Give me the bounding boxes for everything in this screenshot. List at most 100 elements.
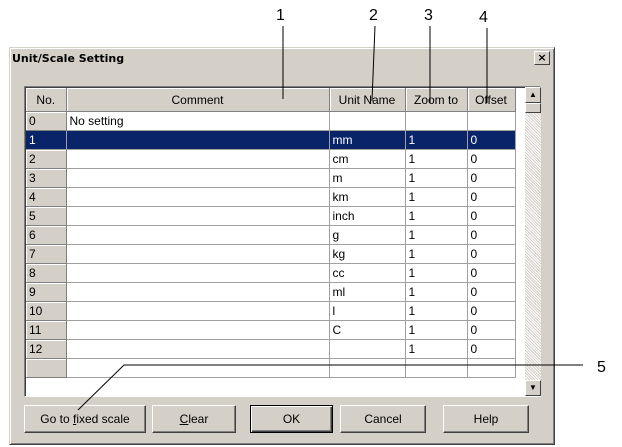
cell-offset[interactable]: 0: [467, 282, 516, 302]
cell-comment[interactable]: [66, 225, 330, 245]
clear-button[interactable]: Clear: [152, 405, 236, 433]
cell-zoom-to[interactable]: 1: [405, 168, 468, 188]
cell-zoom-to[interactable]: 1: [405, 263, 468, 283]
table-row[interactable]: 6 g10: [26, 225, 516, 245]
cell-comment[interactable]: [66, 149, 330, 169]
cell-no[interactable]: 6: [26, 225, 67, 245]
table-row[interactable]: 1 mm 1 0: [26, 130, 516, 150]
cell-zoom-to[interactable]: 1: [405, 149, 468, 169]
cell-offset[interactable]: 0: [467, 244, 516, 264]
cell-no[interactable]: 12: [26, 339, 67, 359]
fixed-scale-label-post: ixed scale: [76, 412, 130, 426]
ok-button[interactable]: OK: [250, 405, 333, 433]
cell-zoom-to[interactable]: 1: [405, 320, 468, 340]
cell-unit-name[interactable]: cc: [329, 263, 406, 283]
table-row[interactable]: 10 l 1 0: [26, 301, 516, 321]
cell-unit-name[interactable]: g: [329, 225, 406, 245]
cell-no[interactable]: 4: [26, 187, 67, 207]
table-row[interactable]: [26, 358, 516, 378]
cell-no[interactable]: 3: [26, 168, 67, 188]
cell-offset[interactable]: 0: [467, 130, 516, 150]
cell-zoom-to[interactable]: [405, 111, 468, 131]
cell-comment[interactable]: No setting: [66, 111, 330, 131]
cell-no[interactable]: 1: [26, 130, 67, 150]
table-row[interactable]: 11 C 1 0: [26, 320, 516, 340]
cell-unit-name[interactable]: [329, 111, 406, 131]
cell-offset[interactable]: [467, 111, 516, 131]
cell-comment[interactable]: [66, 263, 330, 283]
cell-comment[interactable]: [66, 206, 330, 226]
column-header-comment[interactable]: Comment: [66, 88, 330, 112]
table-row[interactable]: 8 cc 1 0: [26, 263, 516, 283]
cell-no[interactable]: 7: [26, 244, 67, 264]
cancel-button[interactable]: Cancel: [340, 405, 426, 433]
cell-comment[interactable]: [66, 187, 330, 207]
table-row[interactable]: 0 No setting: [26, 111, 516, 131]
table-row[interactable]: 2 cm 1 0: [26, 149, 516, 169]
cell-no[interactable]: 2: [26, 149, 67, 169]
cell-unit-name[interactable]: [329, 339, 406, 359]
table-row[interactable]: 9 ml 1 0: [26, 282, 516, 302]
scroll-up-button[interactable]: ▲: [525, 87, 541, 103]
close-button[interactable]: ×: [534, 51, 550, 65]
cell-no[interactable]: 9: [26, 282, 67, 302]
cell-offset[interactable]: 0: [467, 149, 516, 169]
cell-no[interactable]: 5: [26, 206, 67, 226]
cell-unit-name[interactable]: ml: [329, 282, 406, 302]
cell-no[interactable]: 8: [26, 263, 67, 283]
cell-offset[interactable]: 0: [467, 339, 516, 359]
column-header-zoom-to[interactable]: Zoom to: [405, 88, 468, 112]
cell-no[interactable]: 10: [26, 301, 67, 321]
cell-offset[interactable]: 0: [467, 263, 516, 283]
cell-comment[interactable]: [66, 130, 330, 150]
cell-unit-name[interactable]: cm: [329, 149, 406, 169]
cell-offset[interactable]: 0: [467, 320, 516, 340]
cell-offset[interactable]: [467, 358, 516, 378]
cell-no[interactable]: [26, 358, 67, 378]
table-row[interactable]: 12 1 0: [26, 339, 516, 359]
cell-offset[interactable]: 0: [467, 187, 516, 207]
cell-unit-name[interactable]: l: [329, 301, 406, 321]
cell-offset[interactable]: 0: [467, 225, 516, 245]
cell-no[interactable]: 0: [26, 111, 67, 131]
cell-comment[interactable]: [66, 301, 330, 321]
cell-zoom-to[interactable]: 1: [405, 244, 468, 264]
cell-comment[interactable]: [66, 358, 330, 378]
cell-unit-name[interactable]: mm: [329, 130, 406, 150]
go-to-fixed-scale-button[interactable]: Go to fixed scale: [24, 405, 146, 433]
cell-zoom-to[interactable]: 1: [405, 187, 468, 207]
table-row[interactable]: 4 km 1 0: [26, 187, 516, 207]
cell-zoom-to[interactable]: 1: [405, 130, 468, 150]
column-header-offset[interactable]: Offset: [467, 88, 516, 112]
table-row[interactable]: 5 inch 1 0: [26, 206, 516, 226]
cell-offset[interactable]: 0: [467, 206, 516, 226]
cell-comment[interactable]: [66, 244, 330, 264]
cell-unit-name[interactable]: m: [329, 168, 406, 188]
table-row[interactable]: 3 m10: [26, 168, 516, 188]
vertical-scrollbar[interactable]: ▲ ▼: [525, 87, 541, 396]
scroll-thumb[interactable]: [525, 103, 541, 113]
cell-unit-name[interactable]: inch: [329, 206, 406, 226]
cell-no[interactable]: 11: [26, 320, 67, 340]
cell-unit-name[interactable]: kg: [329, 244, 406, 264]
cell-zoom-to[interactable]: 1: [405, 206, 468, 226]
cell-zoom-to[interactable]: 1: [405, 301, 468, 321]
cell-zoom-to[interactable]: [405, 358, 468, 378]
cell-zoom-to[interactable]: 1: [405, 282, 468, 302]
cell-unit-name[interactable]: C: [329, 320, 406, 340]
table-row[interactable]: 7 kg 1 0: [26, 244, 516, 264]
cell-unit-name[interactable]: km: [329, 187, 406, 207]
cell-zoom-to[interactable]: 1: [405, 225, 468, 245]
cell-comment[interactable]: [66, 282, 330, 302]
cell-offset[interactable]: 0: [467, 168, 516, 188]
help-button[interactable]: Help: [443, 405, 529, 433]
cell-offset[interactable]: 0: [467, 301, 516, 321]
column-header-no[interactable]: No.: [26, 88, 67, 112]
cell-unit-name[interactable]: [329, 358, 406, 378]
cell-comment[interactable]: [66, 339, 330, 359]
cell-comment[interactable]: [66, 320, 330, 340]
cell-comment[interactable]: [66, 168, 330, 188]
cell-zoom-to[interactable]: 1: [405, 339, 468, 359]
scroll-down-button[interactable]: ▼: [525, 380, 541, 396]
column-header-unit-name[interactable]: Unit Name: [329, 88, 406, 112]
